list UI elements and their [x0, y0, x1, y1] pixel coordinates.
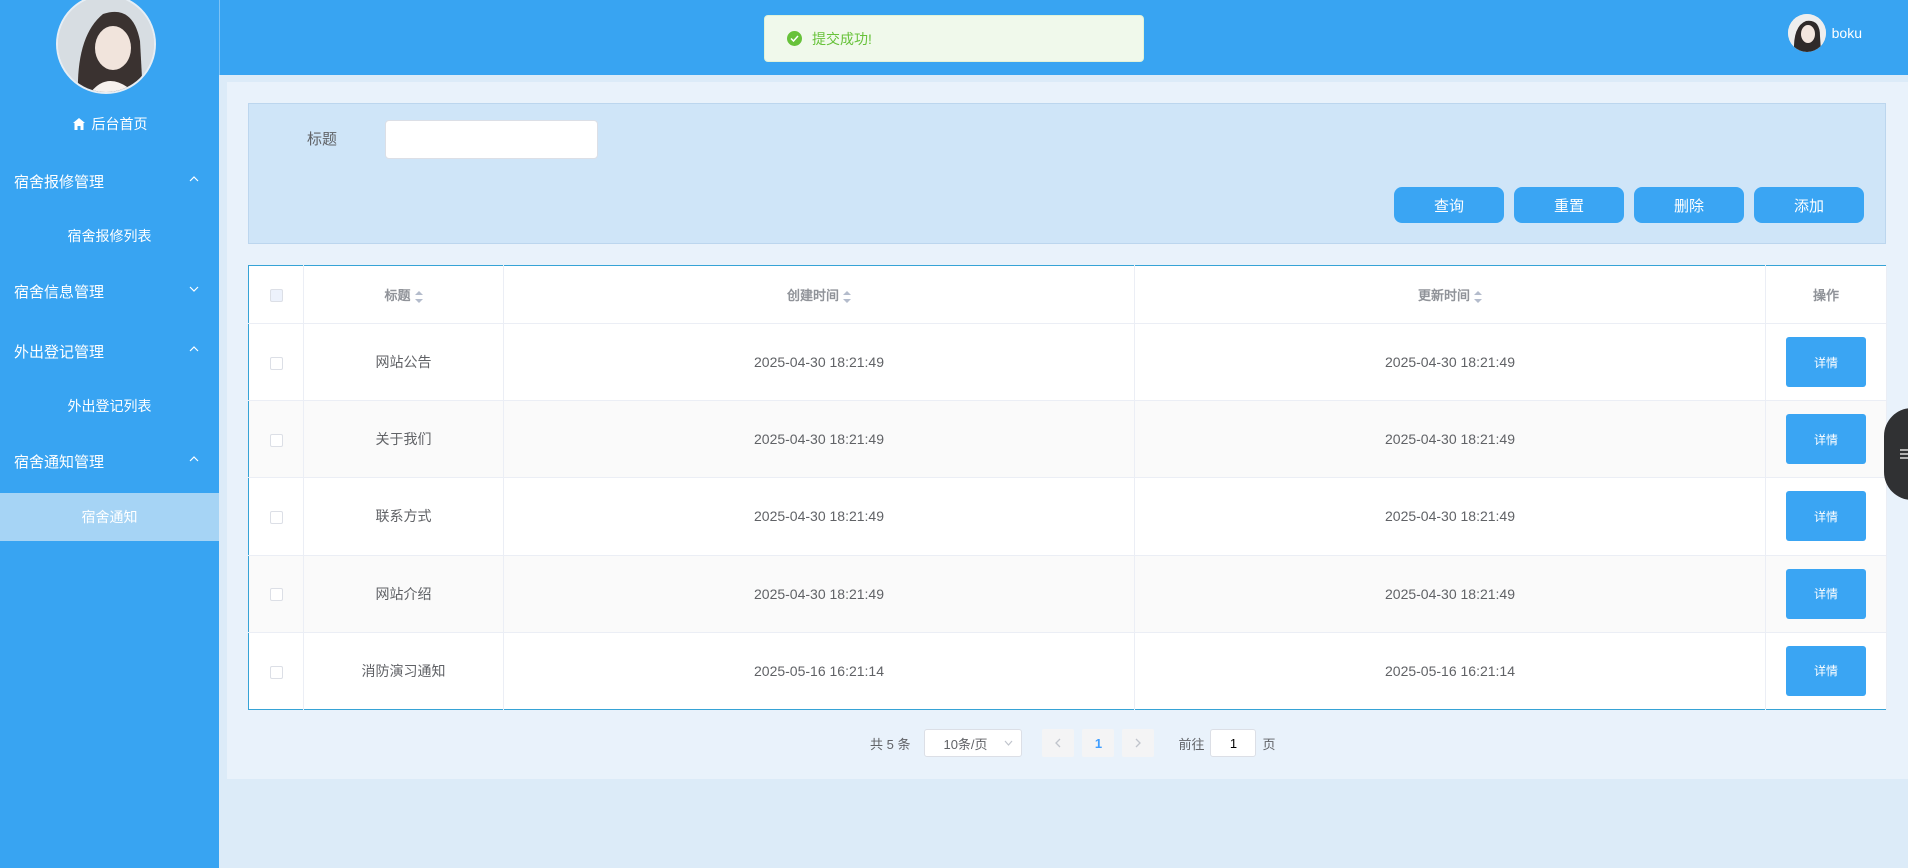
table-row: 联系方式 2025-04-30 18:21:49 2025-04-30 18:2…: [248, 477, 1887, 556]
sidebar-item-repair-list[interactable]: 宿舍报修列表: [0, 213, 219, 259]
column-header-title[interactable]: 标题: [303, 265, 504, 324]
user-menu[interactable]: boku: [1787, 14, 1862, 52]
sidebar-item-notice[interactable]: 宿舍通知: [0, 493, 219, 541]
goto-page-input[interactable]: [1210, 729, 1257, 757]
sidebar-group-label: 外出登记管理: [14, 343, 105, 361]
table-row: 网站公告 2025-04-30 18:21:49 2025-04-30 18:2…: [248, 323, 1887, 402]
cell-created: 2025-04-30 18:21:49: [503, 323, 1135, 402]
row-checkbox[interactable]: [269, 511, 283, 525]
cell-title: 网站介绍: [303, 555, 504, 633]
query-button[interactable]: 查询: [1394, 187, 1504, 223]
chevron-right-icon: [1136, 738, 1142, 748]
chevron-up-icon: [189, 346, 199, 352]
chevron-down-icon: [189, 286, 199, 292]
pagination: 共 5 条 10条/页 1 前往 页: [870, 729, 1276, 757]
title-filter-label: 标题: [307, 131, 338, 148]
select-all-cell: [248, 265, 304, 324]
cell-updated: 2025-04-30 18:21:49: [1134, 555, 1766, 633]
sort-icon[interactable]: [1474, 290, 1482, 303]
column-header-label: 操作: [1812, 288, 1839, 303]
chevron-down-icon: [1005, 740, 1013, 746]
column-header-label: 更新时间: [1417, 288, 1470, 303]
cell-updated: 2025-04-30 18:21:49: [1134, 400, 1766, 479]
sidebar-group-label: 宿舍信息管理: [14, 283, 105, 301]
cell-created: 2025-04-30 18:21:49: [503, 477, 1135, 556]
cell-title: 网站公告: [303, 323, 504, 402]
pagination-total: 共 5 条: [870, 736, 911, 752]
success-toast: 提交成功!: [764, 15, 1144, 62]
user-avatar: [1787, 14, 1826, 52]
cell-title: 消防演习通知: [303, 632, 504, 710]
row-checkbox[interactable]: [269, 665, 283, 679]
username: boku: [1831, 25, 1862, 41]
sidebar-item-label: 宿舍通知: [81, 509, 138, 525]
menu-icon: [1900, 449, 1908, 459]
chevron-left-icon: [1055, 738, 1061, 748]
cell-created: 2025-04-30 18:21:49: [503, 400, 1135, 479]
column-header-updated[interactable]: 更新时间: [1134, 265, 1766, 324]
page-number-button[interactable]: 1: [1082, 729, 1115, 757]
sidebar-item-label: 宿舍报修列表: [67, 228, 152, 244]
sidebar: 后台首页 宿舍报修管理 宿舍报修列表 宿舍信息管理 外出登记管理 外出登记列表 …: [0, 0, 219, 868]
sidebar-group-outing[interactable]: 外出登记管理: [0, 328, 219, 374]
sidebar-group-notice[interactable]: 宿舍通知管理: [0, 438, 219, 484]
detail-button[interactable]: 详情: [1786, 491, 1866, 542]
sidebar-group-label: 宿舍通知管理: [14, 453, 105, 471]
page-size-select[interactable]: 10条/页: [924, 729, 1023, 757]
table-row: 网站介绍 2025-04-30 18:21:49 2025-04-30 18:2…: [248, 555, 1887, 633]
cell-updated: 2025-04-30 18:21:49: [1134, 477, 1766, 556]
delete-button[interactable]: 删除: [1634, 187, 1744, 223]
add-button[interactable]: 添加: [1754, 187, 1864, 223]
goto-label: 前往: [1178, 736, 1205, 752]
detail-button[interactable]: 详情: [1786, 568, 1866, 619]
home-icon: [72, 118, 85, 130]
sidebar-item-outing-list[interactable]: 外出登记列表: [0, 383, 219, 429]
title-filter-input[interactable]: [385, 120, 598, 159]
sidebar-item-label: 外出登记列表: [67, 398, 152, 414]
side-drawer-handle[interactable]: [1884, 408, 1908, 500]
select-all-checkbox[interactable]: [269, 289, 283, 303]
cell-updated: 2025-05-16 16:21:14: [1134, 632, 1766, 710]
cell-created: 2025-05-16 16:21:14: [503, 632, 1135, 710]
cell-updated: 2025-04-30 18:21:49: [1134, 323, 1766, 402]
row-checkbox[interactable]: [269, 356, 283, 370]
check-circle-icon: [787, 31, 802, 46]
chevron-up-icon: [189, 456, 199, 462]
detail-button[interactable]: 详情: [1786, 337, 1866, 388]
page-suffix: 页: [1262, 736, 1276, 752]
sidebar-group-repair[interactable]: 宿舍报修管理: [0, 158, 219, 204]
page-size-value: 10条/页: [943, 736, 988, 752]
table-row: 消防演习通知 2025-05-16 16:21:14 2025-05-16 16…: [248, 632, 1887, 710]
reset-button[interactable]: 重置: [1514, 187, 1624, 223]
cell-title: 联系方式: [303, 477, 504, 556]
prev-page-button[interactable]: [1042, 729, 1075, 757]
sidebar-group-label: 宿舍报修管理: [14, 173, 105, 191]
cell-created: 2025-04-30 18:21:49: [503, 555, 1135, 633]
column-header-created[interactable]: 创建时间: [503, 265, 1135, 324]
toast-message: 提交成功!: [812, 30, 872, 47]
chevron-up-icon: [189, 176, 199, 182]
sidebar-group-dorm-info[interactable]: 宿舍信息管理: [0, 268, 219, 314]
row-checkbox[interactable]: [269, 588, 283, 602]
table-header-row: 标题 创建时间 更新时间 操作: [248, 265, 1887, 324]
sidebar-item-home[interactable]: 后台首页: [0, 110, 219, 138]
column-header-label: 创建时间: [786, 288, 839, 303]
detail-button[interactable]: 详情: [1786, 645, 1866, 696]
detail-button[interactable]: 详情: [1786, 414, 1866, 465]
next-page-button[interactable]: [1122, 729, 1155, 757]
sort-icon[interactable]: [843, 290, 851, 303]
column-header-label: 标题: [384, 288, 411, 303]
sort-icon[interactable]: [414, 290, 423, 303]
cell-title: 关于我们: [303, 400, 504, 479]
column-header-actions: 操作: [1765, 265, 1887, 324]
row-checkbox[interactable]: [269, 434, 283, 448]
sidebar-item-label: 后台首页: [91, 116, 148, 132]
notice-table: 标题 创建时间 更新时间 操作 网站公告 2025-04-30 18:21:49…: [248, 265, 1887, 710]
avatar: [56, 0, 156, 94]
table-row: 关于我们 2025-04-30 18:21:49 2025-04-30 18:2…: [248, 400, 1887, 479]
